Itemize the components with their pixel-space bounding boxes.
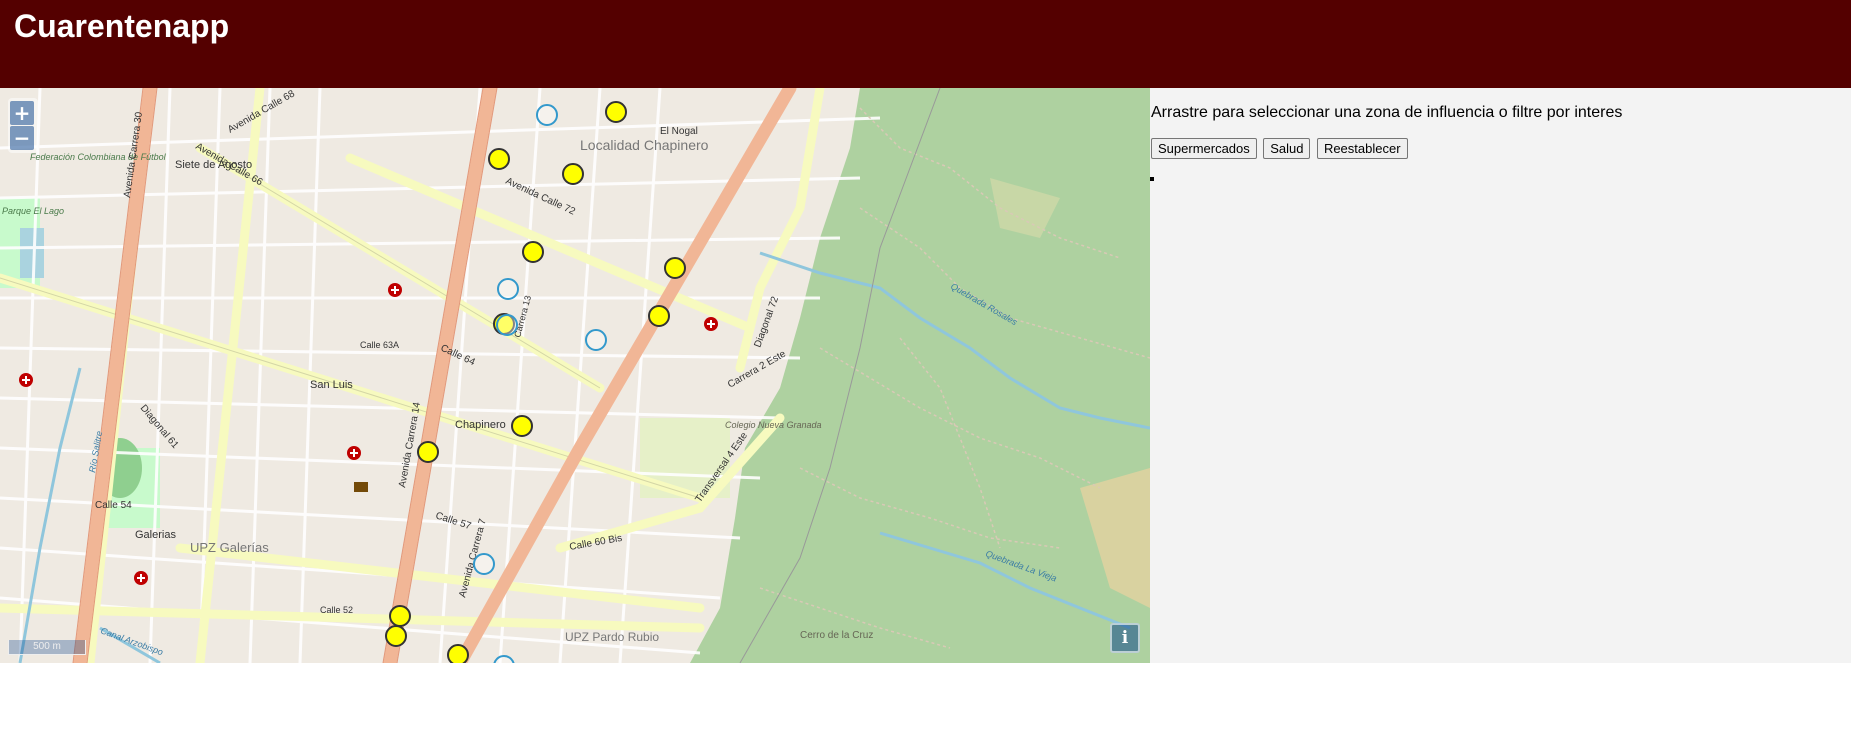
- label-upz-pardo: UPZ Pardo Rubio: [565, 630, 659, 644]
- hospital-icon[interactable]: [19, 373, 33, 387]
- filter-buttons: Supermercados Salud Reestablecer: [1151, 138, 1410, 159]
- label-cerro: Cerro de la Cruz: [800, 630, 873, 641]
- label-colegio: Colegio Nueva Granada: [725, 420, 822, 430]
- supermercados-button[interactable]: Supermercados: [1151, 138, 1257, 159]
- label-parque: Parque El Lago: [2, 206, 64, 216]
- supermarket-marker[interactable]: [605, 101, 627, 123]
- map-canvas[interactable]: Localidad Chapinero El Nogal Siete de Ag…: [0, 88, 1150, 663]
- app-header: Cuarentenapp: [0, 0, 1851, 88]
- supermarket-marker[interactable]: [664, 257, 686, 279]
- label-chapinero: Chapinero: [455, 419, 506, 431]
- label-san-luis: San Luis: [310, 379, 353, 391]
- supermarket-marker[interactable]: [511, 415, 533, 437]
- label-localidad: Localidad Chapinero: [580, 137, 709, 153]
- supermarket-marker[interactable]: [447, 644, 469, 663]
- side-panel: Arrastre para seleccionar una zona de in…: [1150, 88, 1851, 663]
- health-marker[interactable]: [497, 278, 519, 300]
- health-marker[interactable]: [473, 553, 495, 575]
- scale-bar: 500 m: [8, 640, 86, 655]
- label-upz-galerias: UPZ Galerías: [190, 540, 269, 555]
- zoom-control: + −: [8, 98, 38, 153]
- health-marker[interactable]: [496, 314, 518, 336]
- app-title: Cuarentenapp: [14, 8, 230, 44]
- map-view[interactable]: Localidad Chapinero El Nogal Siete de Ag…: [0, 88, 1150, 663]
- reestablecer-button[interactable]: Reestablecer: [1316, 138, 1408, 159]
- hospital-icon[interactable]: [347, 446, 361, 460]
- label-calle-63a: Calle 63A: [360, 340, 399, 350]
- supermarket-marker[interactable]: [488, 148, 510, 170]
- instructions-text: Arrastre para seleccionar una zona de in…: [1151, 104, 1623, 121]
- label-nogal: El Nogal: [660, 126, 698, 137]
- attribution-info-button[interactable]: i: [1110, 623, 1140, 653]
- supermarket-marker[interactable]: [522, 241, 544, 263]
- label-federacion: Federación Colombiana de Fútbol: [30, 152, 167, 162]
- label-calle-54: Calle 54: [95, 500, 132, 511]
- supermarket-marker[interactable]: [648, 305, 670, 327]
- results-list: [1151, 170, 1165, 184]
- hospital-icon[interactable]: [388, 283, 402, 297]
- zoom-out-button[interactable]: −: [10, 126, 34, 150]
- zoom-in-button[interactable]: +: [10, 101, 34, 125]
- salud-button[interactable]: Salud: [1263, 138, 1311, 159]
- supermarket-marker[interactable]: [385, 625, 407, 647]
- label-calle-52: Calle 52: [320, 605, 353, 615]
- hospital-icon[interactable]: [704, 317, 718, 331]
- health-marker[interactable]: [536, 104, 558, 126]
- supermarket-marker[interactable]: [417, 441, 439, 463]
- health-marker[interactable]: [585, 329, 607, 351]
- label-galerias: Galerias: [135, 529, 176, 541]
- hospital-icon[interactable]: [134, 571, 148, 585]
- castle-icon: [354, 482, 368, 492]
- supermarket-marker[interactable]: [562, 163, 584, 185]
- supermarket-marker[interactable]: [389, 605, 411, 627]
